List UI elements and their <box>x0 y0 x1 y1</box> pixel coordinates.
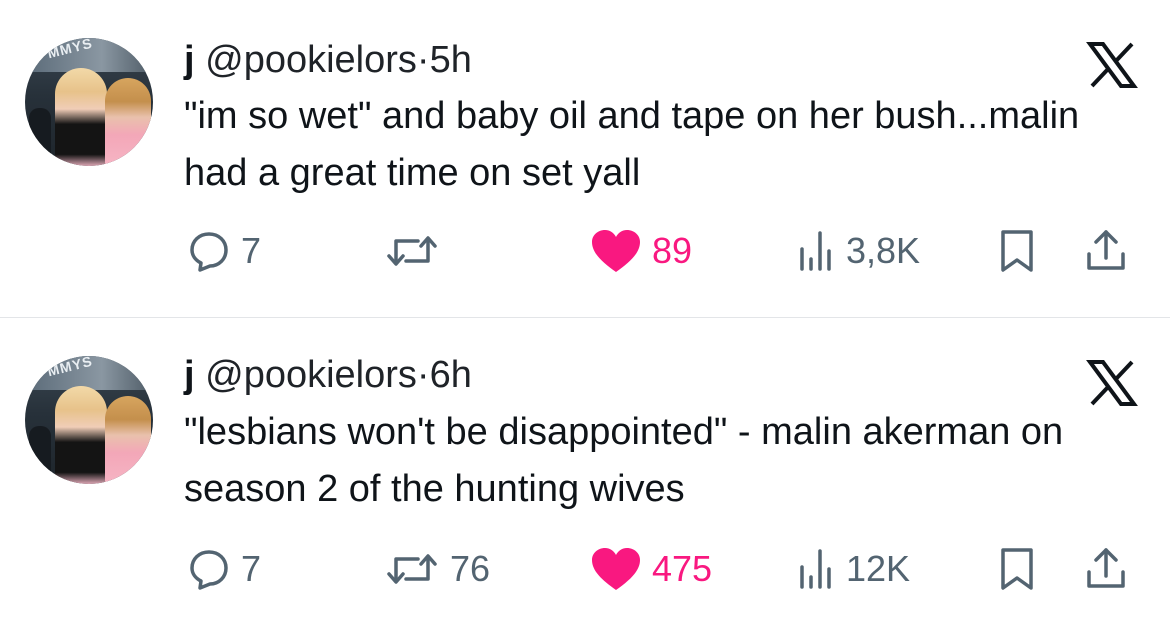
retweet-icon <box>387 554 437 584</box>
reply-icon <box>190 550 228 590</box>
bookmark-icon <box>1001 230 1033 272</box>
views-icon <box>800 549 831 589</box>
reply-count: 7 <box>241 230 262 271</box>
avatar-figure <box>105 78 151 166</box>
view-count: 12K <box>846 548 911 589</box>
like-count: 89 <box>652 230 693 271</box>
share-button[interactable] <box>1084 544 1128 594</box>
x-logo-icon <box>1086 360 1138 406</box>
separator-dot: · <box>416 39 430 81</box>
bookmark-button[interactable] <box>997 544 1037 594</box>
retweet-count: 76 <box>450 548 491 589</box>
heart-icon <box>592 548 640 590</box>
avatar[interactable]: MMYS <box>25 38 153 166</box>
reply-icon <box>190 232 228 272</box>
like-count: 475 <box>652 548 713 589</box>
retweet-icon <box>387 236 437 266</box>
timestamp[interactable]: 5h <box>430 39 472 81</box>
tweet[interactable]: MMYS j @pookielors·5h "im so wet" and ba… <box>0 0 1170 318</box>
avatar-figure <box>105 396 151 484</box>
tweet-text: "im so wet" and baby oil and tape on her… <box>184 95 1080 194</box>
share-icon <box>1087 230 1125 270</box>
avatar-figure <box>29 426 51 484</box>
display-name[interactable]: j <box>184 39 195 81</box>
avatar-figure <box>55 386 107 484</box>
reply-button[interactable]: 7 <box>187 544 261 594</box>
tweet-header: j @pookielors·5h <box>184 38 472 82</box>
views-button[interactable]: 12K <box>796 544 910 594</box>
bookmark-icon <box>1001 548 1033 590</box>
user-handle[interactable]: @pookielors <box>205 39 417 81</box>
avatar[interactable]: MMYS <box>25 356 153 484</box>
x-logo-icon <box>1086 42 1138 88</box>
like-button[interactable]: 475 <box>590 544 712 594</box>
bookmark-button[interactable] <box>997 226 1037 276</box>
user-handle[interactable]: @pookielors <box>205 354 417 396</box>
share-button[interactable] <box>1084 226 1128 276</box>
avatar-figure <box>55 68 107 166</box>
reply-count: 7 <box>241 548 262 589</box>
view-count: 3,8K <box>846 230 921 271</box>
tweet-text: "lesbians won't be disappointed" - malin… <box>184 411 1064 510</box>
separator-dot: · <box>416 354 430 396</box>
avatar-figure <box>29 108 51 166</box>
retweet-button[interactable]: 76 <box>384 544 490 594</box>
views-button[interactable]: 3,8K <box>796 226 920 276</box>
reply-button[interactable]: 7 <box>187 226 261 276</box>
like-button[interactable]: 89 <box>590 226 692 276</box>
display-name[interactable]: j <box>184 354 195 396</box>
tweet-container: MMYS j @pookielors·6h "lesbians won't be… <box>0 318 1170 644</box>
views-icon <box>800 231 831 271</box>
tweet-actions: 7 89 3,8K <box>0 226 1170 276</box>
timestamp[interactable]: 6h <box>430 354 472 396</box>
heart-icon <box>592 230 640 272</box>
retweet-button[interactable] <box>384 226 450 276</box>
share-icon <box>1087 548 1125 588</box>
tweet-actions: 7 76 475 12K <box>0 544 1170 594</box>
tweet-header: j @pookielors·6h <box>184 353 472 397</box>
